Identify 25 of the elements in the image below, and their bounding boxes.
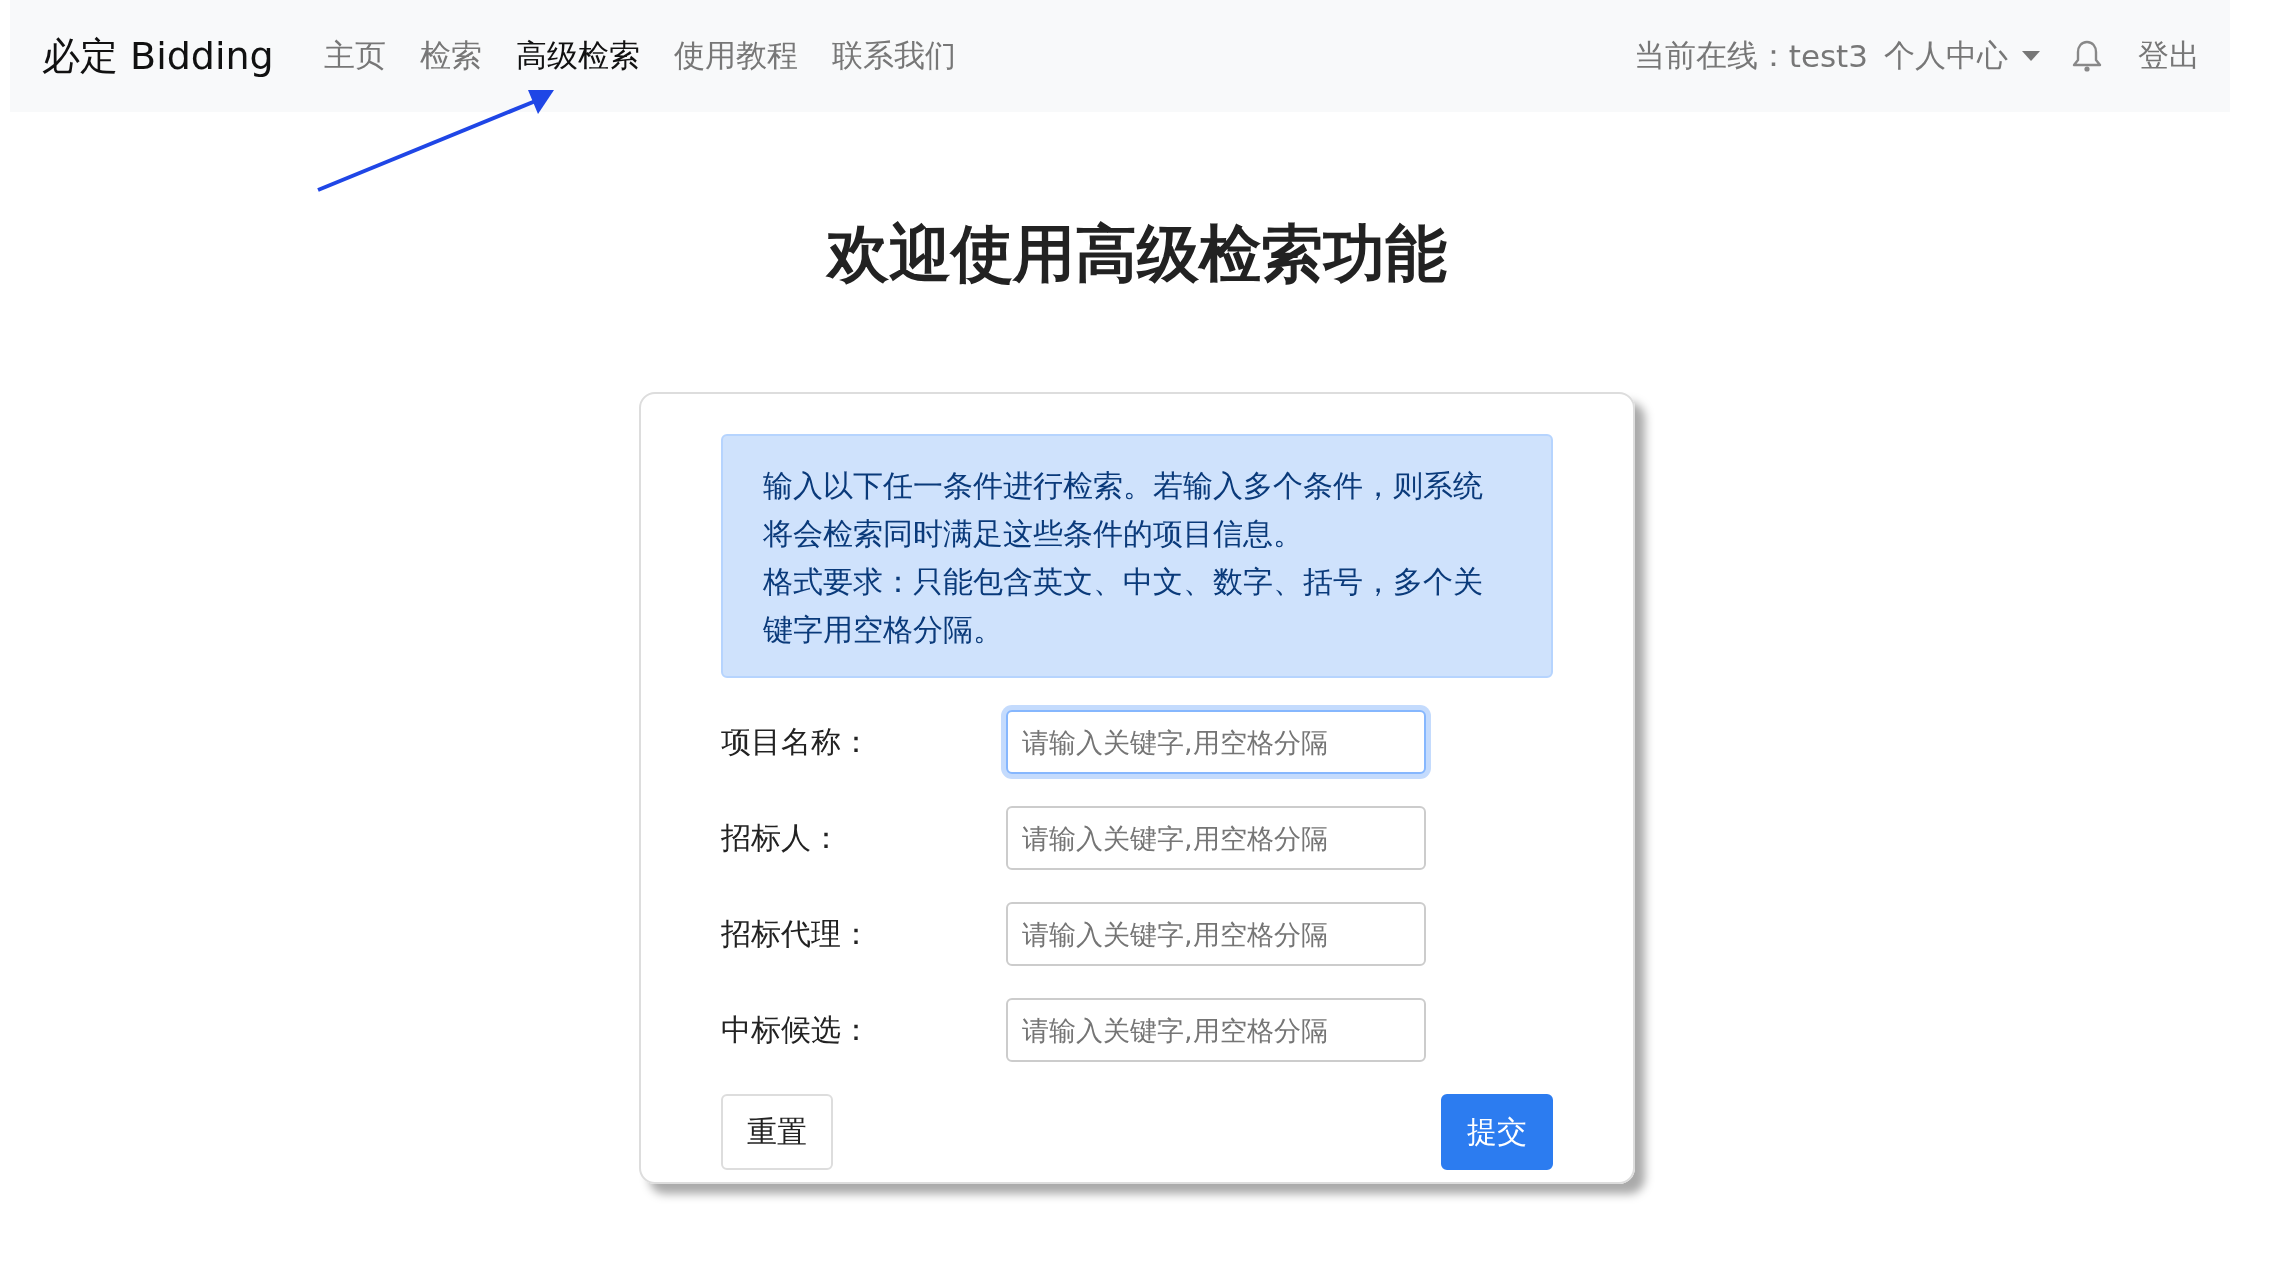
nav-link[interactable]: 主页 [323,35,386,77]
reset-button[interactable]: 重置 [721,1094,833,1170]
logout-link[interactable]: 登出 [2138,35,2200,77]
info-text: 输入以下任一条件进行检索。若输入多个条件，则系统将会检索同时满足这些条件的项目信息。 [763,467,1484,553]
page-heading: 欢迎使用高级检索功能 [824,216,1448,292]
field-label: 项目名称： [721,722,872,761]
submit-button[interactable]: 提交 [1441,1094,1553,1170]
online-label: 当前在线： [1633,36,1789,75]
user-menu-dropdown[interactable]: 个人中心 [1884,35,2040,77]
input-field[interactable]: 请输入关键字,用空格分隔 [1006,710,1426,774]
field-label: 招标代理： [721,914,872,953]
nav-link[interactable]: 检索 [419,35,482,77]
field-label: 招标人： [721,818,842,857]
username: test3 [1788,38,1868,74]
brand-logo[interactable]: 必定 Bidding [42,30,274,82]
input-field[interactable]: 请输入关键字,用空格分隔 [1006,902,1426,966]
nav-link[interactable]: 联系我们 [831,35,956,77]
nav-link[interactable]: 使用教程 [673,35,798,77]
bell-icon[interactable] [2072,39,2102,73]
nav-link[interactable]: 高级检索 [515,35,640,77]
info-text: 格式要求：只能包含英文、中文、数字、括号，多个关键字用空格分隔。 [763,563,1484,649]
caret-icon [2022,51,2040,61]
input-field[interactable]: 请输入关键字,用空格分隔 [1006,998,1426,1062]
input-field[interactable]: 请输入关键字,用空格分隔 [1006,806,1426,870]
field-label: 中标候选： [721,1010,872,1049]
